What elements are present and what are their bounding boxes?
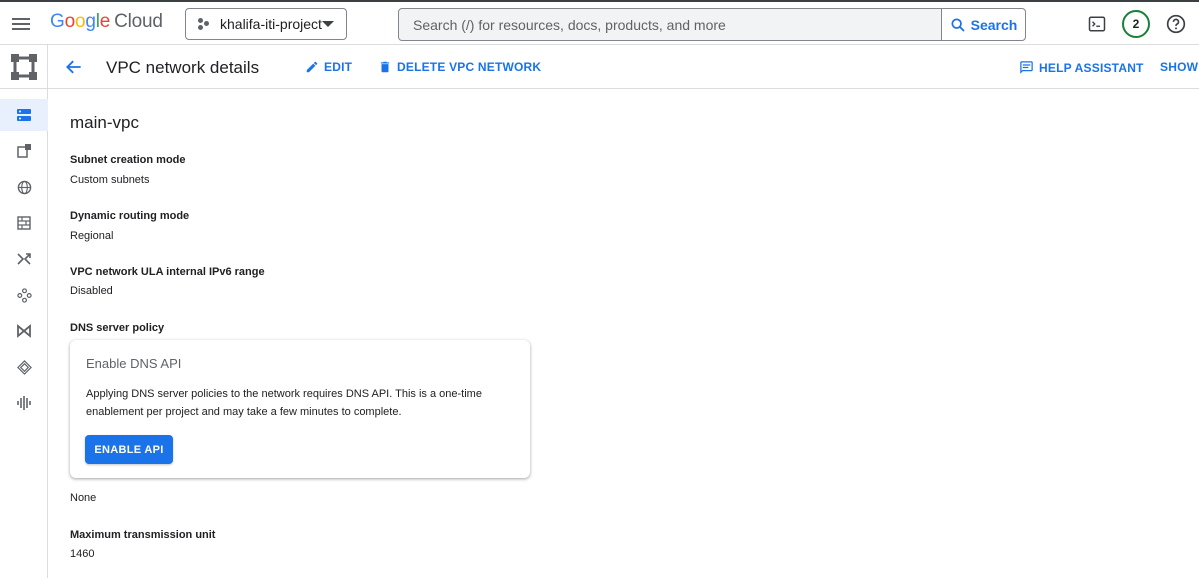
google-cloud-logo[interactable]: Google Cloud <box>50 11 163 37</box>
vpc-network-product-icon[interactable] <box>10 53 38 81</box>
subnet-mode-value: Custom subnets <box>70 174 150 186</box>
rail-item-routes[interactable] <box>0 172 48 202</box>
show-info-panel-button[interactable]: SHOW I <box>1160 60 1199 74</box>
show-panel-label: SHOW I <box>1160 60 1199 74</box>
routes-icon <box>17 253 31 265</box>
top-bar: GoogleCloud khalifa-iti-project Search 2 <box>0 0 1199 45</box>
enable-api-button[interactable]: ENABLE API <box>85 435 173 464</box>
rail-item-firewall[interactable] <box>0 208 48 238</box>
network-overview-icon <box>17 109 31 121</box>
rail-item-peering[interactable] <box>0 316 48 346</box>
search-button-label: Search <box>970 16 1018 33</box>
page-title: VPC network details <box>106 58 260 77</box>
rail-item-packet-mirroring[interactable] <box>0 388 48 418</box>
product-nav-rail <box>0 45 48 578</box>
page-header: VPC network details EDIT DELETE VPC NETW… <box>48 45 1199 89</box>
search-bar: Search <box>398 8 1026 41</box>
card-title: Enable DNS API <box>86 356 182 371</box>
mtu-value: 1460 <box>70 548 95 560</box>
dns-policy-label: DNS server policy <box>70 322 165 334</box>
subnet-mode-label: Subnet creation mode <box>70 154 186 166</box>
rail-item-vpc-networks[interactable] <box>0 99 48 131</box>
ipv6-range-value: Disabled <box>70 285 113 297</box>
help-icon[interactable] <box>1166 14 1186 34</box>
chevron-down-icon <box>322 21 334 27</box>
logo-letter: e <box>99 11 111 32</box>
chat-icon <box>1020 61 1033 74</box>
routing-mode-label: Dynamic routing mode <box>70 210 190 222</box>
shared-vpc-icon <box>16 359 32 375</box>
rail-item-ip-addresses[interactable] <box>0 136 48 166</box>
logo-cloud-text: Cloud <box>114 11 163 32</box>
network-name: main-vpc <box>70 113 139 132</box>
main-menu-icon[interactable] <box>10 13 32 35</box>
mtu-label: Maximum transmission unit <box>70 529 216 541</box>
logo-letter: o <box>74 11 86 32</box>
network-connectivity-icon <box>16 287 32 303</box>
rail-item-routes-alt[interactable] <box>0 244 48 274</box>
search-button[interactable]: Search <box>941 9 1025 40</box>
rail-item-connectivity[interactable] <box>0 280 48 310</box>
enable-dns-api-card: Enable DNS API Applying DNS server polic… <box>70 340 530 478</box>
routing-mode-value: Regional <box>70 230 114 242</box>
rail-item-shared-vpc[interactable] <box>0 352 48 382</box>
packet-mirroring-icon <box>17 396 31 410</box>
firewall-icon <box>17 216 31 230</box>
pencil-icon <box>306 61 318 73</box>
dns-policy-value: None <box>70 492 97 504</box>
search-input[interactable] <box>399 9 941 40</box>
ipv6-range-label: VPC network ULA internal IPv6 range <box>70 266 265 278</box>
project-name: khalifa-iti-project <box>220 16 322 32</box>
edit-button[interactable]: EDIT <box>305 60 352 74</box>
rail-product-header <box>0 45 48 89</box>
ip-addresses-icon <box>17 180 31 194</box>
search-icon <box>951 17 965 32</box>
project-icon <box>198 17 212 31</box>
project-selector[interactable]: khalifa-iti-project <box>185 8 347 40</box>
back-arrow-icon[interactable] <box>64 57 84 77</box>
help-assistant-button[interactable]: HELP ASSISTANT <box>1019 60 1144 75</box>
vpc-networks-icon <box>17 144 31 158</box>
delete-vpc-network-button[interactable]: DELETE VPC NETWORK <box>378 60 541 74</box>
help-assistant-label: HELP ASSISTANT <box>1039 60 1144 75</box>
logo-letter: g <box>85 11 96 32</box>
logo-letter: G <box>50 11 65 32</box>
vpc-peering-icon <box>17 324 31 338</box>
card-body: Applying DNS server policies to the netw… <box>86 388 482 418</box>
logo-letter: o <box>64 11 76 32</box>
notifications-badge[interactable]: 2 <box>1122 10 1150 38</box>
edit-button-label: EDIT <box>324 60 353 74</box>
cloud-shell-icon[interactable] <box>1088 15 1106 33</box>
trash-icon <box>380 61 390 73</box>
delete-button-label: DELETE VPC NETWORK <box>397 60 542 74</box>
